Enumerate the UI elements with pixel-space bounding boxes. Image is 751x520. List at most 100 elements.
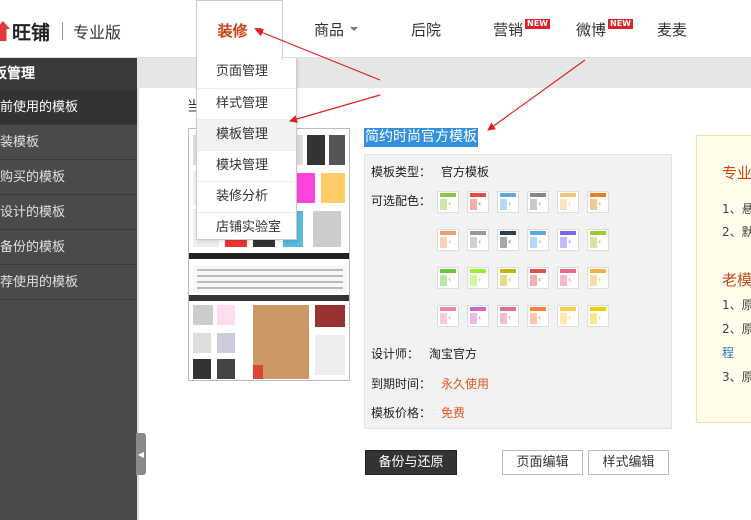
screen: 旺铺 专业版 装修 商品 后院 营销NEW 微博NEW 麦麦 板管理 前使用的模… [0,0,751,520]
price-label: 模板价格： [371,406,432,420]
swatch-arrow-icon: ‹ [448,275,452,284]
menu-item-shop-lab[interactable]: 店铺实验室 [197,212,296,243]
color-swatch[interactable]: ‹ [587,191,609,213]
style-edit-button[interactable]: 样式编辑 [588,450,669,475]
color-swatch[interactable]: ‹ [437,267,459,289]
menu-item-decor-analysis[interactable]: 装修分析 [197,181,296,212]
color-swatch[interactable]: ‹ [497,267,519,289]
swatch-side-bar [440,199,447,210]
swatch-side-bar [560,199,567,210]
sidebar-item-purchased[interactable]: 购买的模板 [0,160,137,195]
swatch-arrow-icon: ‹ [448,199,452,208]
sidebar-collapse-handle[interactable]: ◀ [136,433,146,475]
sidebar-item-current[interactable]: 前使用的模板 [0,90,137,125]
tip-link[interactable]: 程 [722,344,734,361]
top-nav-bar: 旺铺 专业版 装修 商品 后院 营销 NEW 微博 NEW 麦麦 [0,0,751,59]
template-type-value: 官方模板 [441,165,490,179]
logo-divider [62,22,64,40]
chevron-down-icon [253,28,262,32]
swatch-top-bar [500,231,516,235]
brand-logo[interactable]: 旺铺 专业版 [0,18,121,44]
color-swatch[interactable]: ‹ [527,267,549,289]
swatch-arrow-icon: ‹ [508,237,512,246]
swatch-side-bar [440,237,447,248]
menu-item-page-management[interactable]: 页面管理 [197,57,296,88]
swatch-arrow-icon: ‹ [508,275,512,284]
color-swatch[interactable]: ‹ [497,191,519,213]
swatch-side-bar [590,313,597,324]
swatch-top-bar [590,269,606,273]
chevron-left-icon: ◀ [137,449,145,459]
swatch-side-bar [530,313,537,324]
sidebar-item-backup[interactable]: 备份的模板 [0,230,137,265]
swatch-top-bar [470,231,486,235]
swatch-arrow-icon: ‹ [568,275,572,284]
tip-line: 1、原 [722,298,751,312]
nav-backyard[interactable]: 后院 [411,0,441,58]
swatch-arrow-icon: ‹ [478,313,482,322]
color-swatch[interactable]: ‹ [587,305,609,327]
nav-weibo[interactable]: 微博 NEW [576,0,633,58]
swatch-top-bar [530,307,546,311]
swatch-arrow-icon: ‹ [568,199,572,208]
swatch-arrow-icon: ‹ [598,237,602,246]
home-logo-icon [0,21,10,41]
swatch-top-bar [590,307,606,311]
color-swatch[interactable]: ‹ [467,191,489,213]
color-swatch[interactable]: ‹ [557,229,579,251]
nav-marketing[interactable]: 营销 NEW [493,0,550,58]
swatch-side-bar [500,237,507,248]
swatch-arrow-icon: ‹ [538,313,542,322]
color-swatch[interactable]: ‹ [497,305,519,327]
color-swatch[interactable]: ‹ [467,267,489,289]
color-swatch[interactable]: ‹ [497,229,519,251]
swatch-side-bar [530,199,537,210]
color-swatch[interactable]: ‹ [437,191,459,213]
color-swatch[interactable]: ‹ [557,305,579,327]
swatch-side-bar [560,313,567,324]
swatch-arrow-icon: ‹ [538,199,542,208]
page-edit-button[interactable]: 页面编辑 [502,450,583,475]
color-swatch[interactable]: ‹ [587,229,609,251]
nav-weibo-label: 微博 [576,20,607,39]
color-swatch[interactable]: ‹ [527,191,549,213]
menu-item-module-management[interactable]: 模块管理 [197,150,296,181]
swatch-arrow-icon: ‹ [508,199,512,208]
swatch-top-bar [470,193,486,197]
color-swatch[interactable]: ‹ [467,229,489,251]
color-swatch[interactable]: ‹ [437,229,459,251]
swatch-side-bar [530,275,537,286]
swatch-arrow-icon: ‹ [448,237,452,246]
menu-item-template-management[interactable]: 模板管理 [197,119,296,150]
arrow-to-template-management [289,94,381,123]
new-badge: NEW [525,19,550,29]
swatch-arrow-icon: ‹ [598,199,602,208]
nav-maimai[interactable]: 麦麦 [657,0,687,58]
nav-marketing-label: 营销 [493,20,524,39]
sidebar-item-recommended[interactable]: 荐使用的模板 [0,265,137,300]
swatch-arrow-icon: ‹ [478,237,482,246]
sidebar-title: 板管理 [0,58,137,90]
swatch-side-bar [560,275,567,286]
color-swatch[interactable]: ‹ [557,191,579,213]
color-swatch[interactable]: ‹ [587,267,609,289]
color-swatch[interactable]: ‹ [437,305,459,327]
backup-restore-button[interactable]: 备份与还原 [365,450,457,475]
swatch-arrow-icon: ‹ [568,237,572,246]
brand-name: 旺铺 [12,21,51,44]
swatch-side-bar [440,313,447,324]
nav-goods[interactable]: 商品 [314,0,359,58]
sidebar-item-installed[interactable]: 装模板 [0,125,137,160]
color-options-label: 可选配色： [371,194,432,208]
sidebar-item-designed[interactable]: 设计的模板 [0,195,137,230]
color-swatch[interactable]: ‹ [527,305,549,327]
color-swatch[interactable]: ‹ [557,267,579,289]
tip-heading-pro: 专业 [722,164,751,182]
tips-panel: 专业 1、悬 2、默 老模 1、原 2、原 程 3、原 [696,135,751,423]
color-swatch[interactable]: ‹ [467,305,489,327]
template-title: 简约时尚官方模板 [364,128,478,147]
nav-decor[interactable]: 装修 [196,0,283,59]
color-swatch[interactable]: ‹ [527,229,549,251]
menu-item-style-management[interactable]: 样式管理 [197,88,296,119]
swatch-arrow-icon: ‹ [568,313,572,322]
